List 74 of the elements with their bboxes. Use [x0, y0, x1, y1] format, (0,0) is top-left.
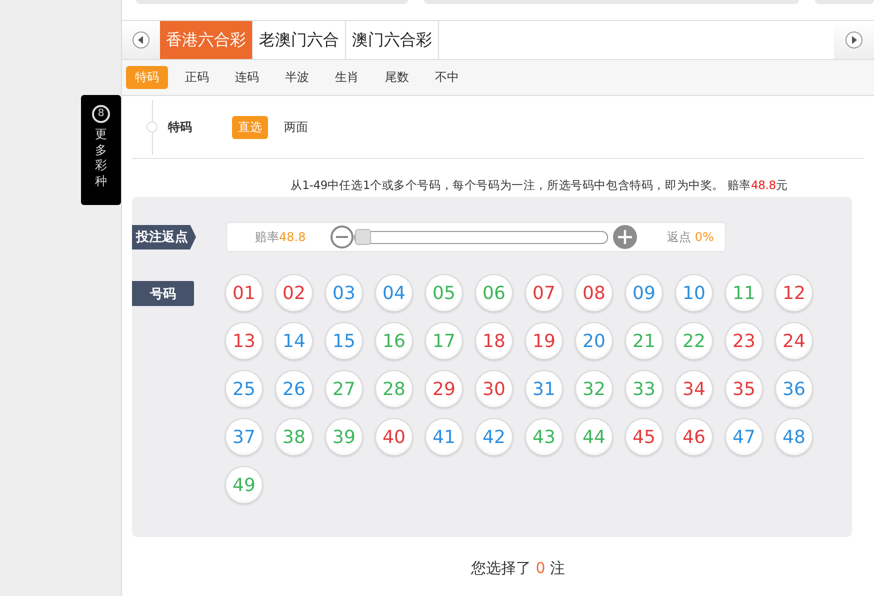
- number-ball[interactable]: 42: [475, 418, 513, 456]
- number-ball[interactable]: 23: [725, 322, 763, 360]
- selection-summary: 您选择了 0 注: [470, 559, 566, 578]
- number-ball[interactable]: 40: [375, 418, 413, 456]
- number-ball[interactable]: 06: [475, 274, 513, 312]
- play-tab[interactable]: 连码: [226, 66, 268, 89]
- number-ball[interactable]: 07: [525, 274, 563, 312]
- lottery-tab[interactable]: 香港六合彩: [160, 21, 253, 59]
- mode-title: 特码: [168, 118, 193, 136]
- number-ball[interactable]: 24: [775, 322, 813, 360]
- number-ball[interactable]: 20: [575, 322, 613, 360]
- number-ball[interactable]: 02: [275, 274, 313, 312]
- number-ball[interactable]: 17: [425, 322, 463, 360]
- number-ball[interactable]: 45: [625, 418, 663, 456]
- minus-icon[interactable]: [330, 225, 354, 249]
- number-ball[interactable]: 18: [475, 322, 513, 360]
- play-tab[interactable]: 半波: [276, 66, 318, 89]
- play-tab[interactable]: 尾数: [376, 66, 418, 89]
- number-ball[interactable]: 12: [775, 274, 813, 312]
- slider-track[interactable]: [354, 230, 608, 244]
- number-ball[interactable]: 05: [425, 274, 463, 312]
- number-ball[interactable]: 32: [575, 370, 613, 408]
- odds-text: 赔率48.8: [255, 228, 307, 246]
- number-ball[interactable]: 04: [375, 274, 413, 312]
- number-ball[interactable]: 27: [325, 370, 363, 408]
- number-label: 号码: [132, 281, 194, 306]
- number-ball[interactable]: 21: [625, 322, 663, 360]
- lottery-tab[interactable]: 澳门六合彩: [346, 21, 439, 59]
- mode-option[interactable]: 直选: [232, 116, 268, 138]
- number-ball[interactable]: 10: [675, 274, 713, 312]
- rebate-label: 投注返点: [132, 224, 198, 250]
- slider-thumb[interactable]: [355, 228, 371, 244]
- number-ball[interactable]: 08: [575, 274, 613, 312]
- number-ball[interactable]: 31: [525, 370, 563, 408]
- number-ball[interactable]: 37: [225, 418, 263, 456]
- number-ball[interactable]: 13: [225, 322, 263, 360]
- number-ball[interactable]: 29: [425, 370, 463, 408]
- number-ball[interactable]: 14: [275, 322, 313, 360]
- number-ball[interactable]: 09: [625, 274, 663, 312]
- play-tab[interactable]: 生肖: [326, 66, 368, 89]
- number-ball[interactable]: 22: [675, 322, 713, 360]
- number-ball[interactable]: 15: [325, 322, 363, 360]
- rule-text: 从1-49中任选1个或多个号码，每个号码为一注，所选号码中包含特码，即为中奖。 赔率48.8元: [289, 177, 789, 192]
- number-ball[interactable]: 01: [225, 274, 263, 312]
- number-ball[interactable]: 36: [775, 370, 813, 408]
- number-ball[interactable]: 25: [225, 370, 263, 408]
- number-ball[interactable]: 47: [725, 418, 763, 456]
- number-ball[interactable]: 44: [575, 418, 613, 456]
- number-ball[interactable]: 33: [625, 370, 663, 408]
- number-ball[interactable]: 28: [375, 370, 413, 408]
- number-ball[interactable]: 46: [675, 418, 713, 456]
- number-ball[interactable]: 49: [225, 466, 263, 504]
- number-ball[interactable]: 26: [275, 370, 313, 408]
- number-ball[interactable]: 03: [325, 274, 363, 312]
- number-ball[interactable]: 19: [525, 322, 563, 360]
- rebate-text: 返点 0%: [667, 228, 714, 246]
- number-ball[interactable]: 38: [275, 418, 313, 456]
- number-ball[interactable]: 48: [775, 418, 813, 456]
- timeline-dot-icon: [146, 121, 158, 133]
- number-ball[interactable]: 16: [375, 322, 413, 360]
- play-tab[interactable]: 特码: [126, 66, 168, 89]
- number-ball[interactable]: 34: [675, 370, 713, 408]
- number-ball[interactable]: 35: [725, 370, 763, 408]
- more-lotteries-button[interactable]: 8 更多彩种: [81, 95, 121, 205]
- mode-option[interactable]: 两面: [278, 116, 314, 138]
- play-tab[interactable]: 不中: [426, 66, 468, 89]
- play-tab[interactable]: 正码: [176, 66, 218, 89]
- number-ball[interactable]: 43: [525, 418, 563, 456]
- number-ball[interactable]: 41: [425, 418, 463, 456]
- lottery-tab[interactable]: 老澳门六合: [253, 21, 346, 59]
- number-ball[interactable]: 30: [475, 370, 513, 408]
- number-ball[interactable]: 39: [325, 418, 363, 456]
- number-ball[interactable]: 11: [725, 274, 763, 312]
- plus-icon[interactable]: [613, 225, 637, 249]
